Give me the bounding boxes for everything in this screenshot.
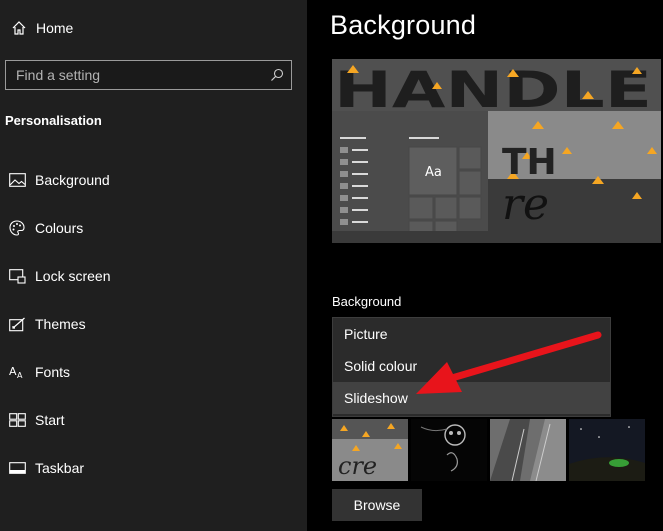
themes-icon — [0, 317, 30, 332]
sidebar-item-label: Background — [35, 172, 110, 188]
palette-icon — [0, 220, 30, 236]
sidebar-item-label: Taskbar — [35, 460, 85, 476]
sidebar-item-label: Home — [36, 20, 74, 36]
main-content: Background HANDLE re TH Aa Background Pi… — [307, 0, 663, 531]
recent-image-4[interactable] — [569, 419, 645, 481]
sidebar-item-colours[interactable]: Colours — [0, 208, 307, 248]
option-slideshow[interactable]: Slideshow — [333, 382, 610, 414]
svg-text:TH: TH — [502, 142, 557, 183]
search-box — [5, 60, 292, 90]
search-input[interactable] — [6, 67, 263, 83]
recent-image-1[interactable]: cre — [332, 419, 408, 481]
picture-icon — [0, 173, 30, 187]
sidebar-item-background[interactable]: Background — [0, 160, 307, 200]
recent-image-2[interactable] — [411, 419, 487, 481]
recent-image-3[interactable] — [490, 419, 566, 481]
background-type-dropdown[interactable]: Picture Solid colour Slideshow — [332, 317, 611, 417]
background-type-label: Background — [332, 294, 402, 309]
lock-screen-icon — [0, 268, 30, 284]
sidebar-item-label: Themes — [35, 316, 86, 332]
option-picture[interactable]: Picture — [333, 318, 610, 350]
svg-text:re: re — [502, 179, 549, 230]
background-preview: HANDLE re TH Aa — [332, 59, 661, 243]
sidebar-item-label: Lock screen — [35, 268, 111, 284]
sidebar-item-label: Colours — [35, 220, 84, 236]
home-icon — [0, 20, 36, 36]
sidebar-item-start[interactable]: Start — [0, 400, 307, 440]
page-title: Background — [330, 10, 477, 40]
section-title: Personalisation — [5, 113, 102, 128]
sidebar-item-taskbar[interactable]: Taskbar — [0, 448, 307, 488]
preview-window: Aa — [332, 111, 488, 243]
svg-text:A: A — [17, 371, 23, 380]
sidebar-item-lock-screen[interactable]: Lock screen — [0, 256, 307, 296]
browse-button[interactable]: Browse — [332, 489, 422, 521]
sidebar-item-themes[interactable]: Themes — [0, 304, 307, 344]
preview-tile-text: Aa — [425, 165, 442, 180]
sidebar-item-fonts[interactable]: AA Fonts — [0, 352, 307, 392]
recent-images: cre — [332, 419, 645, 481]
svg-text:A: A — [9, 365, 17, 378]
fonts-icon: AA — [0, 365, 30, 380]
sidebar-item-label: Fonts — [35, 364, 71, 380]
search-icon[interactable] — [263, 68, 291, 82]
sidebar-item-home[interactable]: Home — [0, 12, 307, 44]
taskbar-icon — [0, 462, 30, 474]
preview-taskbar — [332, 231, 661, 243]
svg-text:cre: cre — [338, 452, 377, 480]
option-solid-colour[interactable]: Solid colour — [333, 350, 610, 382]
sidebar-item-label: Start — [35, 412, 65, 428]
start-icon — [0, 413, 30, 427]
sidebar: Home Personalisation Background Colours … — [0, 0, 307, 531]
